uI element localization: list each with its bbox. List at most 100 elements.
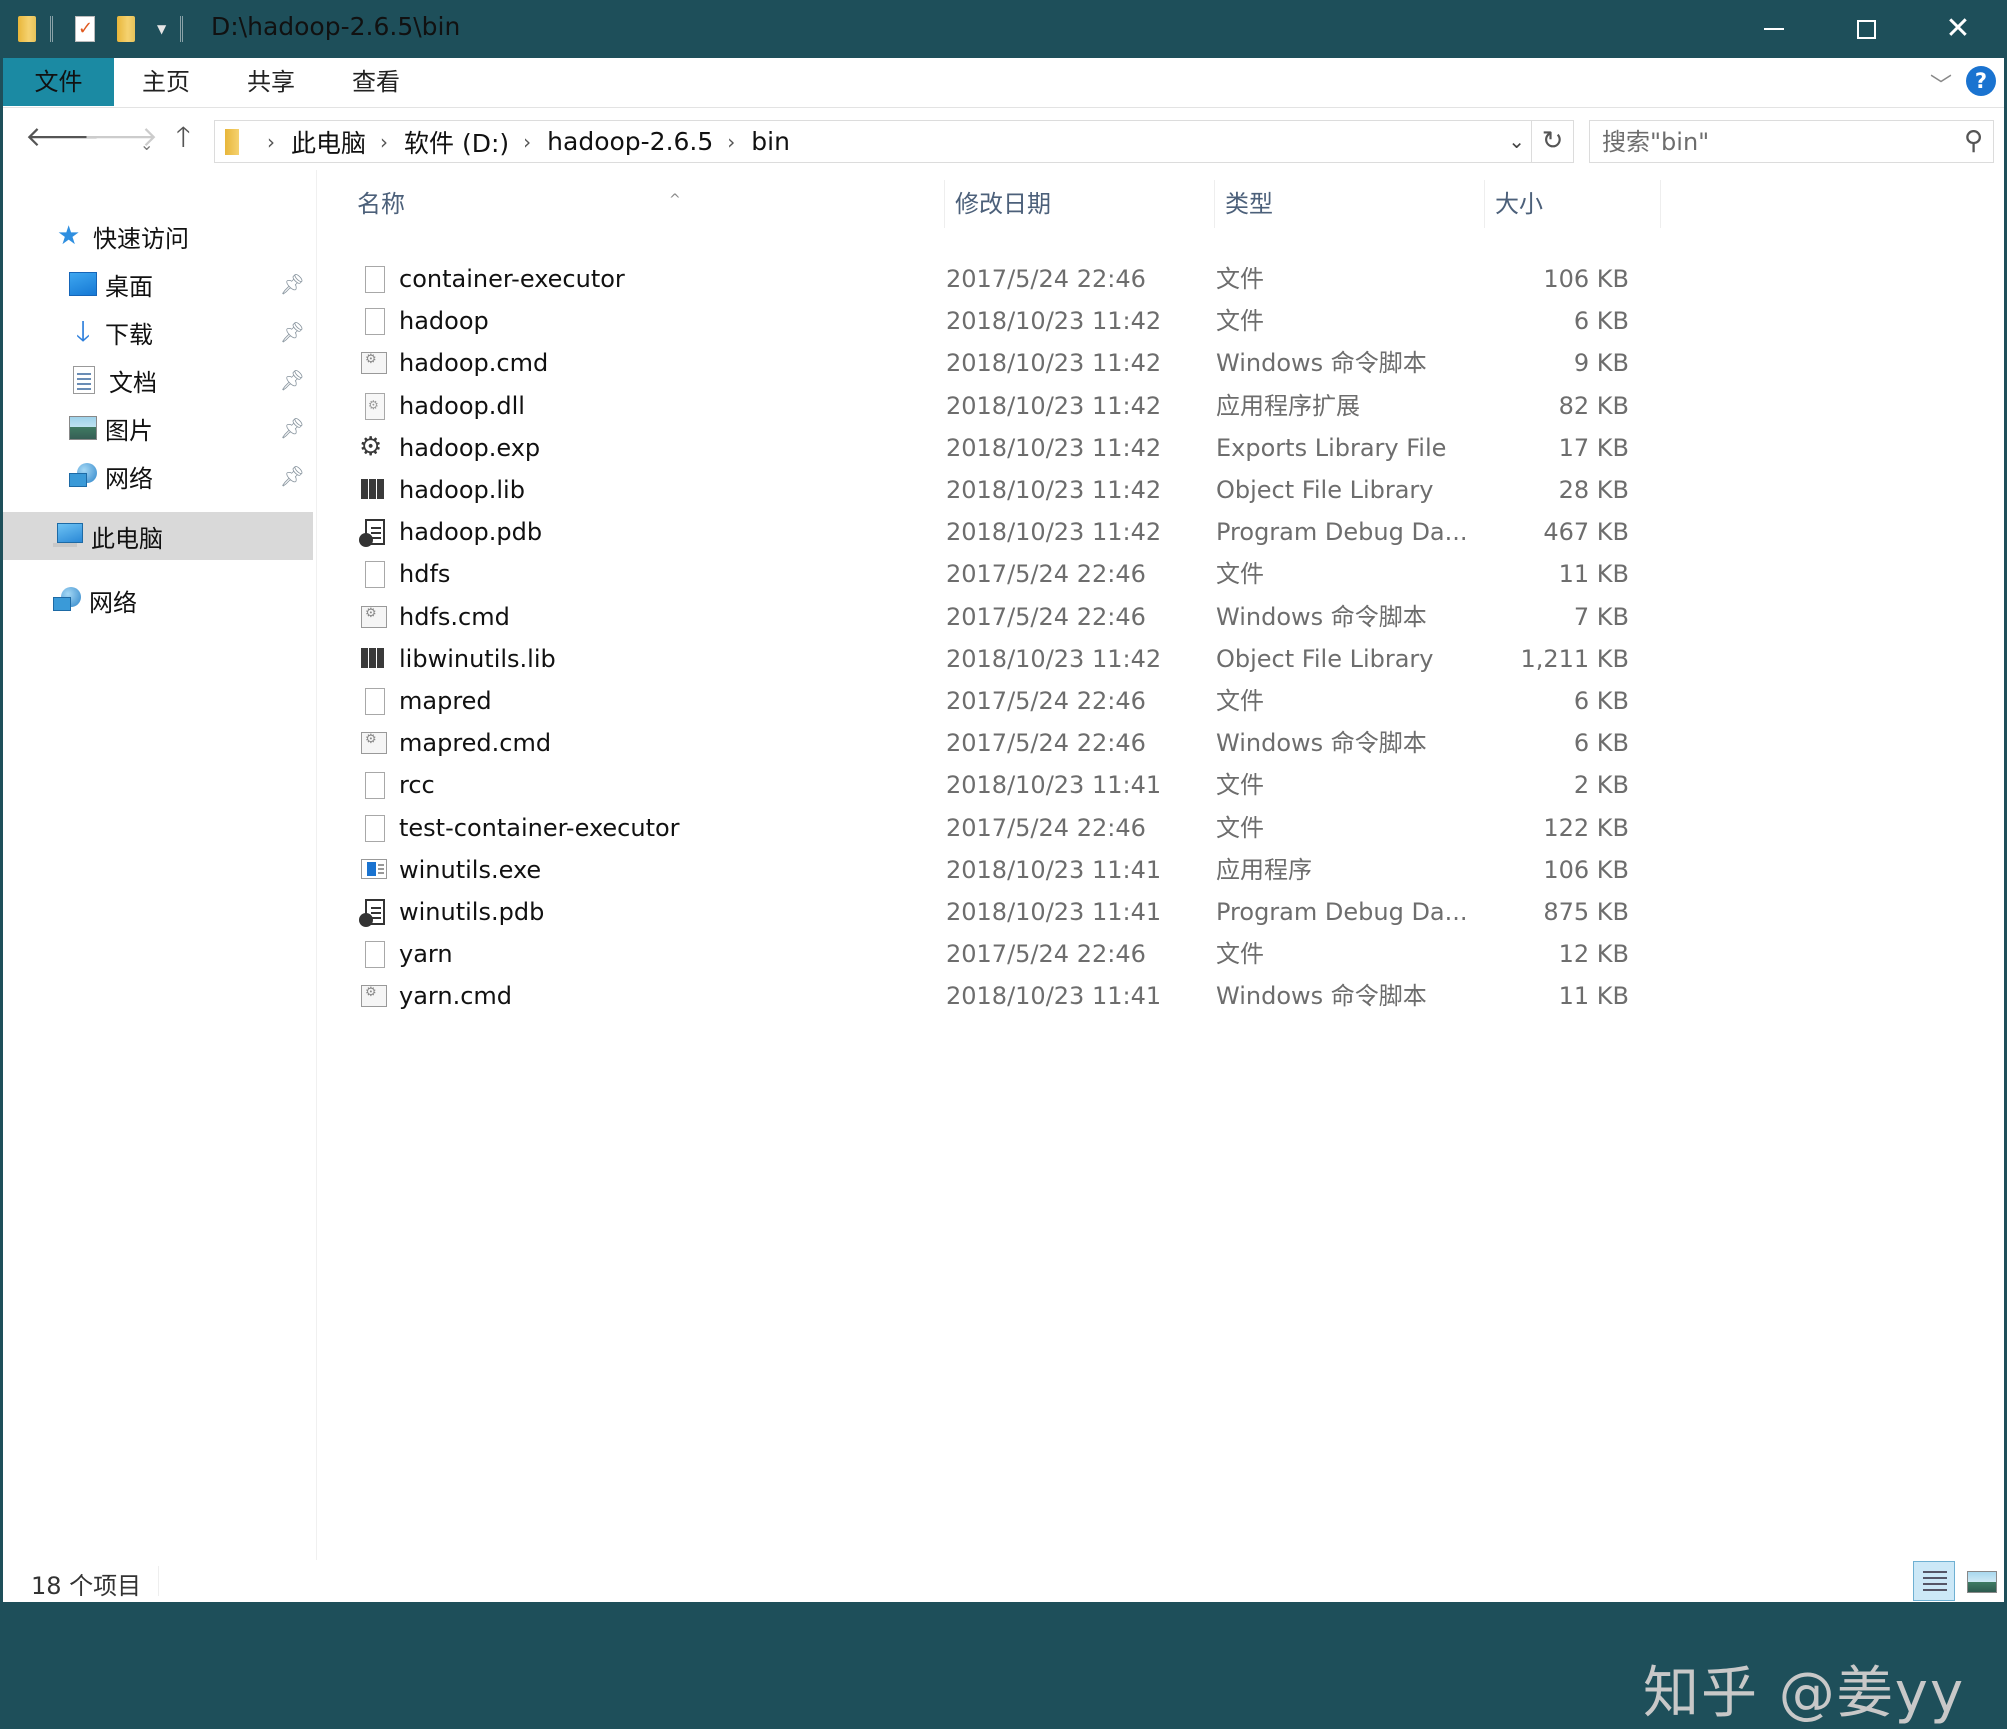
pin-icon[interactable]: 📌︎ <box>280 272 305 296</box>
tab-home[interactable]: 主页 <box>114 58 218 106</box>
sidebar-item-quick-access[interactable]: ★ 快速访问 <box>3 212 313 260</box>
file-row[interactable]: mapred 2017/5/24 22:46 文件 6 KB <box>319 680 1659 722</box>
file-row[interactable]: hadoop.lib 2018/10/23 11:42 Object File Li… <box>319 469 1659 511</box>
file-name[interactable]: mapred.cmd <box>399 722 551 764</box>
file-blank-icon <box>365 814 385 842</box>
file-row[interactable]: winutils.exe 2018/10/23 11:41 应用程序 106 KB <box>319 849 1659 891</box>
network-icon <box>69 463 97 489</box>
tab-share[interactable]: 共享 <box>218 58 324 106</box>
file-name[interactable]: hadoop.exp <box>399 427 540 469</box>
breadcrumb-bin[interactable]: bin <box>751 127 790 156</box>
quick-access-toolbar: ▼ <box>18 14 184 44</box>
breadcrumb-chevron-icon[interactable]: › <box>380 130 388 154</box>
breadcrumb-chevron-icon[interactable]: › <box>267 130 275 154</box>
column-header-type[interactable]: 类型 <box>1215 180 1485 228</box>
file-size: 122 KB <box>1543 813 1629 842</box>
refresh-button[interactable]: ↻ <box>1531 121 1573 162</box>
file-name[interactable]: hadoop.dll <box>399 385 525 427</box>
file-row[interactable]: rcc 2018/10/23 11:41 文件 2 KB <box>319 764 1659 806</box>
file-row[interactable]: libwinutils.lib 2018/10/23 11:42 Object Fi… <box>319 638 1659 680</box>
breadcrumb-this-pc[interactable]: 此电脑 <box>291 124 366 160</box>
sidebar-item-label: 快速访问 <box>93 224 189 253</box>
expand-ribbon-chevron-icon[interactable]: ﹀ <box>1930 68 1952 100</box>
file-date: 2018/10/23 11:42 <box>946 391 1162 420</box>
breadcrumb-hadoop[interactable]: hadoop-2.6.5 <box>547 127 713 156</box>
column-header-date[interactable]: 修改日期 <box>945 180 1215 228</box>
file-name[interactable]: libwinutils.lib <box>399 638 556 680</box>
file-row[interactable]: yarn.cmd 2018/10/23 11:41 Windows 命令脚本 11 K… <box>319 975 1659 1017</box>
file-name[interactable]: winutils.exe <box>399 849 541 891</box>
search-box[interactable]: ⚲ <box>1589 120 1994 163</box>
address-bar[interactable]: › 此电脑 › 软件 (D:) › hadoop-2.6.5 › bin ⌄ ↻ <box>214 120 1574 163</box>
file-row[interactable]: yarn 2017/5/24 22:46 文件 12 KB <box>319 933 1659 975</box>
sidebar-item-label: 下载 <box>105 320 153 349</box>
address-history-dropdown-icon[interactable]: ⌄ <box>1508 121 1525 162</box>
pin-icon[interactable]: 📌︎ <box>280 320 305 344</box>
file-name[interactable]: winutils.pdb <box>399 891 544 933</box>
file-name[interactable]: rcc <box>399 764 435 806</box>
file-row[interactable]: hadoop.cmd 2018/10/23 11:42 Windows 命令脚本 9 … <box>319 342 1659 384</box>
details-view-button[interactable] <box>1913 1561 1955 1601</box>
up-button[interactable]: 🡑 <box>176 120 191 154</box>
search-icon[interactable]: ⚲ <box>1964 126 1983 156</box>
help-button[interactable]: ? <box>1966 66 1996 96</box>
file-row[interactable]: test-container-executor 2017/5/24 22:46 文件… <box>319 807 1659 849</box>
file-name[interactable]: yarn <box>399 933 453 975</box>
column-header-name[interactable]: ^ 名称 <box>357 180 945 228</box>
tab-view[interactable]: 查看 <box>324 58 428 106</box>
column-header-label: 类型 <box>1225 190 1273 218</box>
sidebar-item-documents[interactable]: 文档 📌︎ <box>3 356 313 404</box>
column-header-size[interactable]: 大小 <box>1485 180 1661 228</box>
main-area: ★ 快速访问 桌面 📌︎ 🡓 下载 📌︎ 文档 📌︎ 图片 📌︎ 网络 📌︎ 此… <box>3 170 2004 1726</box>
pin-icon[interactable]: 📌︎ <box>280 416 305 440</box>
file-row[interactable]: winutils.pdb 2018/10/23 11:41 Program Debu… <box>319 891 1659 933</box>
file-name[interactable]: hadoop.pdb <box>399 511 542 553</box>
navigation-pane: ★ 快速访问 桌面 📌︎ 🡓 下载 📌︎ 文档 📌︎ 图片 📌︎ 网络 📌︎ 此… <box>3 170 317 1560</box>
pin-icon[interactable]: 📌︎ <box>280 464 305 488</box>
breadcrumb-drive-d[interactable]: 软件 (D:) <box>404 124 509 160</box>
file-name[interactable]: hadoop <box>399 300 489 342</box>
file-row[interactable]: hadoop.pdb 2018/10/23 11:42 Program Debug … <box>319 511 1659 553</box>
file-row[interactable]: container-executor 2017/5/24 22:46 文件 106 K… <box>319 258 1659 300</box>
new-folder-icon[interactable] <box>117 16 135 42</box>
customize-dropdown-icon[interactable]: ▼ <box>157 22 166 36</box>
breadcrumb-chevron-icon[interactable]: › <box>523 130 531 154</box>
sidebar-item-network-pinned[interactable]: 网络 📌︎ <box>3 452 313 500</box>
file-name[interactable]: container-executor <box>399 258 625 300</box>
file-cmd-icon <box>361 601 387 628</box>
minimize-button[interactable] <box>1728 0 1820 58</box>
file-name[interactable]: yarn.cmd <box>399 975 512 1017</box>
tab-file[interactable]: 文件 <box>3 58 114 106</box>
file-name[interactable]: hadoop.lib <box>399 469 525 511</box>
file-name[interactable]: mapred <box>399 680 492 722</box>
file-name[interactable]: test-container-executor <box>399 807 680 849</box>
file-name[interactable]: hdfs <box>399 553 450 595</box>
recent-locations-chevron-icon[interactable]: ⌄ <box>140 128 153 162</box>
file-date: 2018/10/23 11:41 <box>946 982 1162 1011</box>
file-row[interactable]: hadoop 2018/10/23 11:42 文件 6 KB <box>319 300 1659 342</box>
file-row[interactable]: mapred.cmd 2017/5/24 22:46 Windows 命令脚本 6 K… <box>319 722 1659 764</box>
sidebar-item-desktop[interactable]: 桌面 📌︎ <box>3 260 313 308</box>
breadcrumb-chevron-icon[interactable]: › <box>727 130 735 154</box>
file-blank-icon <box>365 772 385 800</box>
file-row[interactable]: hdfs 2017/5/24 22:46 文件 11 KB <box>319 553 1659 595</box>
sidebar-item-downloads[interactable]: 🡓 下载 📌︎ <box>3 308 313 356</box>
folder-icon[interactable] <box>18 16 36 42</box>
breadcrumb: › 此电脑 › 软件 (D:) › hadoop-2.6.5 › bin <box>253 121 790 162</box>
pin-icon[interactable]: 📌︎ <box>280 368 305 392</box>
file-row[interactable]: hadoop.dll 2018/10/23 11:42 应用程序扩展 82 KB <box>319 385 1659 427</box>
sidebar-item-label: 此电脑 <box>91 524 163 553</box>
sidebar-item-this-pc[interactable]: 此电脑 <box>3 512 313 560</box>
sidebar-item-pictures[interactable]: 图片 📌︎ <box>3 404 313 452</box>
file-row[interactable]: hadoop.exp 2018/10/23 11:42 Exports Librar… <box>319 427 1659 469</box>
sidebar-item-network[interactable]: 网络 <box>3 576 313 624</box>
close-button[interactable]: ✕ <box>1912 0 2004 58</box>
file-row[interactable]: hdfs.cmd 2017/5/24 22:46 Windows 命令脚本 7 KB <box>319 596 1659 638</box>
properties-icon[interactable] <box>75 16 95 42</box>
large-icons-view-button[interactable] <box>1961 1561 2003 1601</box>
file-name[interactable]: hdfs.cmd <box>399 596 510 638</box>
file-type: 文件 <box>1216 940 1264 969</box>
file-name[interactable]: hadoop.cmd <box>399 342 548 384</box>
maximize-button[interactable] <box>1820 0 1912 58</box>
search-input[interactable] <box>1590 121 1950 162</box>
